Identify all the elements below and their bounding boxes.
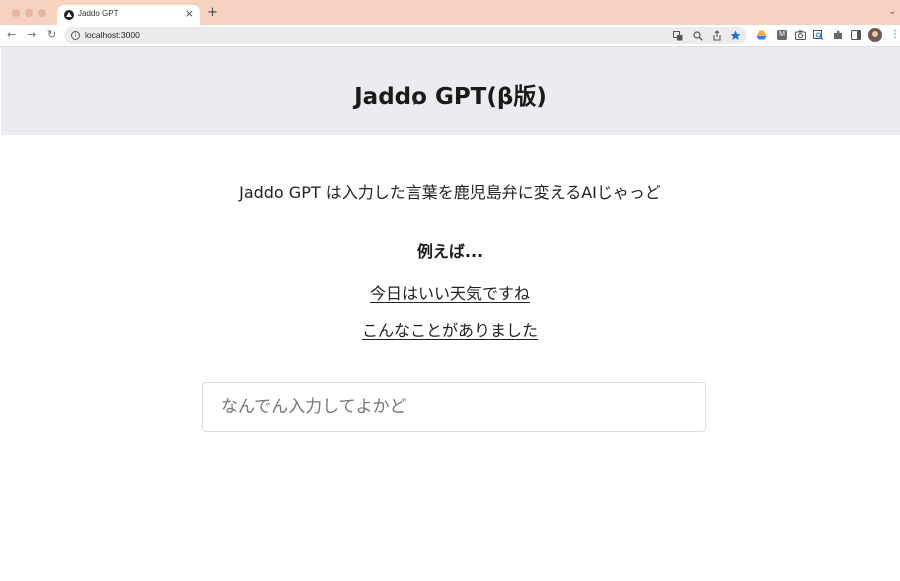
browser-menu-icon[interactable]: ⋮ [890,29,900,40]
example-link-story-text[interactable]: こんなことがありました [362,321,538,340]
forward-icon[interactable]: → [27,28,36,42]
reload-icon[interactable]: ↻ [47,28,56,42]
window-close-control[interactable] [12,9,20,17]
example-link-weather-text[interactable]: 今日はいい天気ですね [370,284,530,303]
browser-toolbar: ← → ↻ i localhost:3000 M ⋮ [0,25,900,47]
extensions-icon[interactable] [833,30,843,40]
extension-m-icon[interactable]: M [777,30,787,40]
url-text[interactable]: localhost:3000 [85,30,140,40]
star-icon[interactable] [730,30,741,41]
new-tab-button[interactable]: + [207,6,218,19]
page-header: Jaddo GPT(β版) [1,47,900,135]
share-icon[interactable] [712,30,722,41]
window-zoom-control[interactable] [38,9,46,17]
window-minimize-control[interactable] [25,9,33,17]
address-bar[interactable]: i localhost:3000 [64,27,747,44]
zoom-icon[interactable] [693,31,703,41]
site-info-icon[interactable]: i [71,31,80,40]
tab-search-chevron-icon[interactable]: ⌄ [888,7,896,17]
tab-close-icon[interactable]: × [185,7,194,20]
intro-text: Jaddo GPT は入力した言葉を鹿児島弁に変えるAIじゃっど [239,183,661,202]
search-extension-icon[interactable] [813,30,824,40]
tab-title: Jaddo GPT [78,9,119,18]
page-title: Jaddo GPT(β版) [354,84,547,110]
favicon-icon [64,10,74,20]
examples-heading: 例えば... [416,242,484,261]
example-link-story: こんなことがありました [0,317,900,341]
translate-icon[interactable] [673,31,683,41]
dialect-input[interactable] [202,382,706,432]
sidebar-icon[interactable] [851,30,861,40]
back-icon[interactable]: ← [7,28,16,42]
example-link-weather: 今日はいい天気ですね [0,280,900,304]
profile-avatar[interactable] [868,28,882,42]
drive-icon[interactable] [756,30,767,40]
tab-bar: Jaddo GPT × + ⌄ [0,0,900,25]
browser-tab[interactable]: Jaddo GPT × [57,5,200,25]
screenshot-icon[interactable] [795,30,806,40]
